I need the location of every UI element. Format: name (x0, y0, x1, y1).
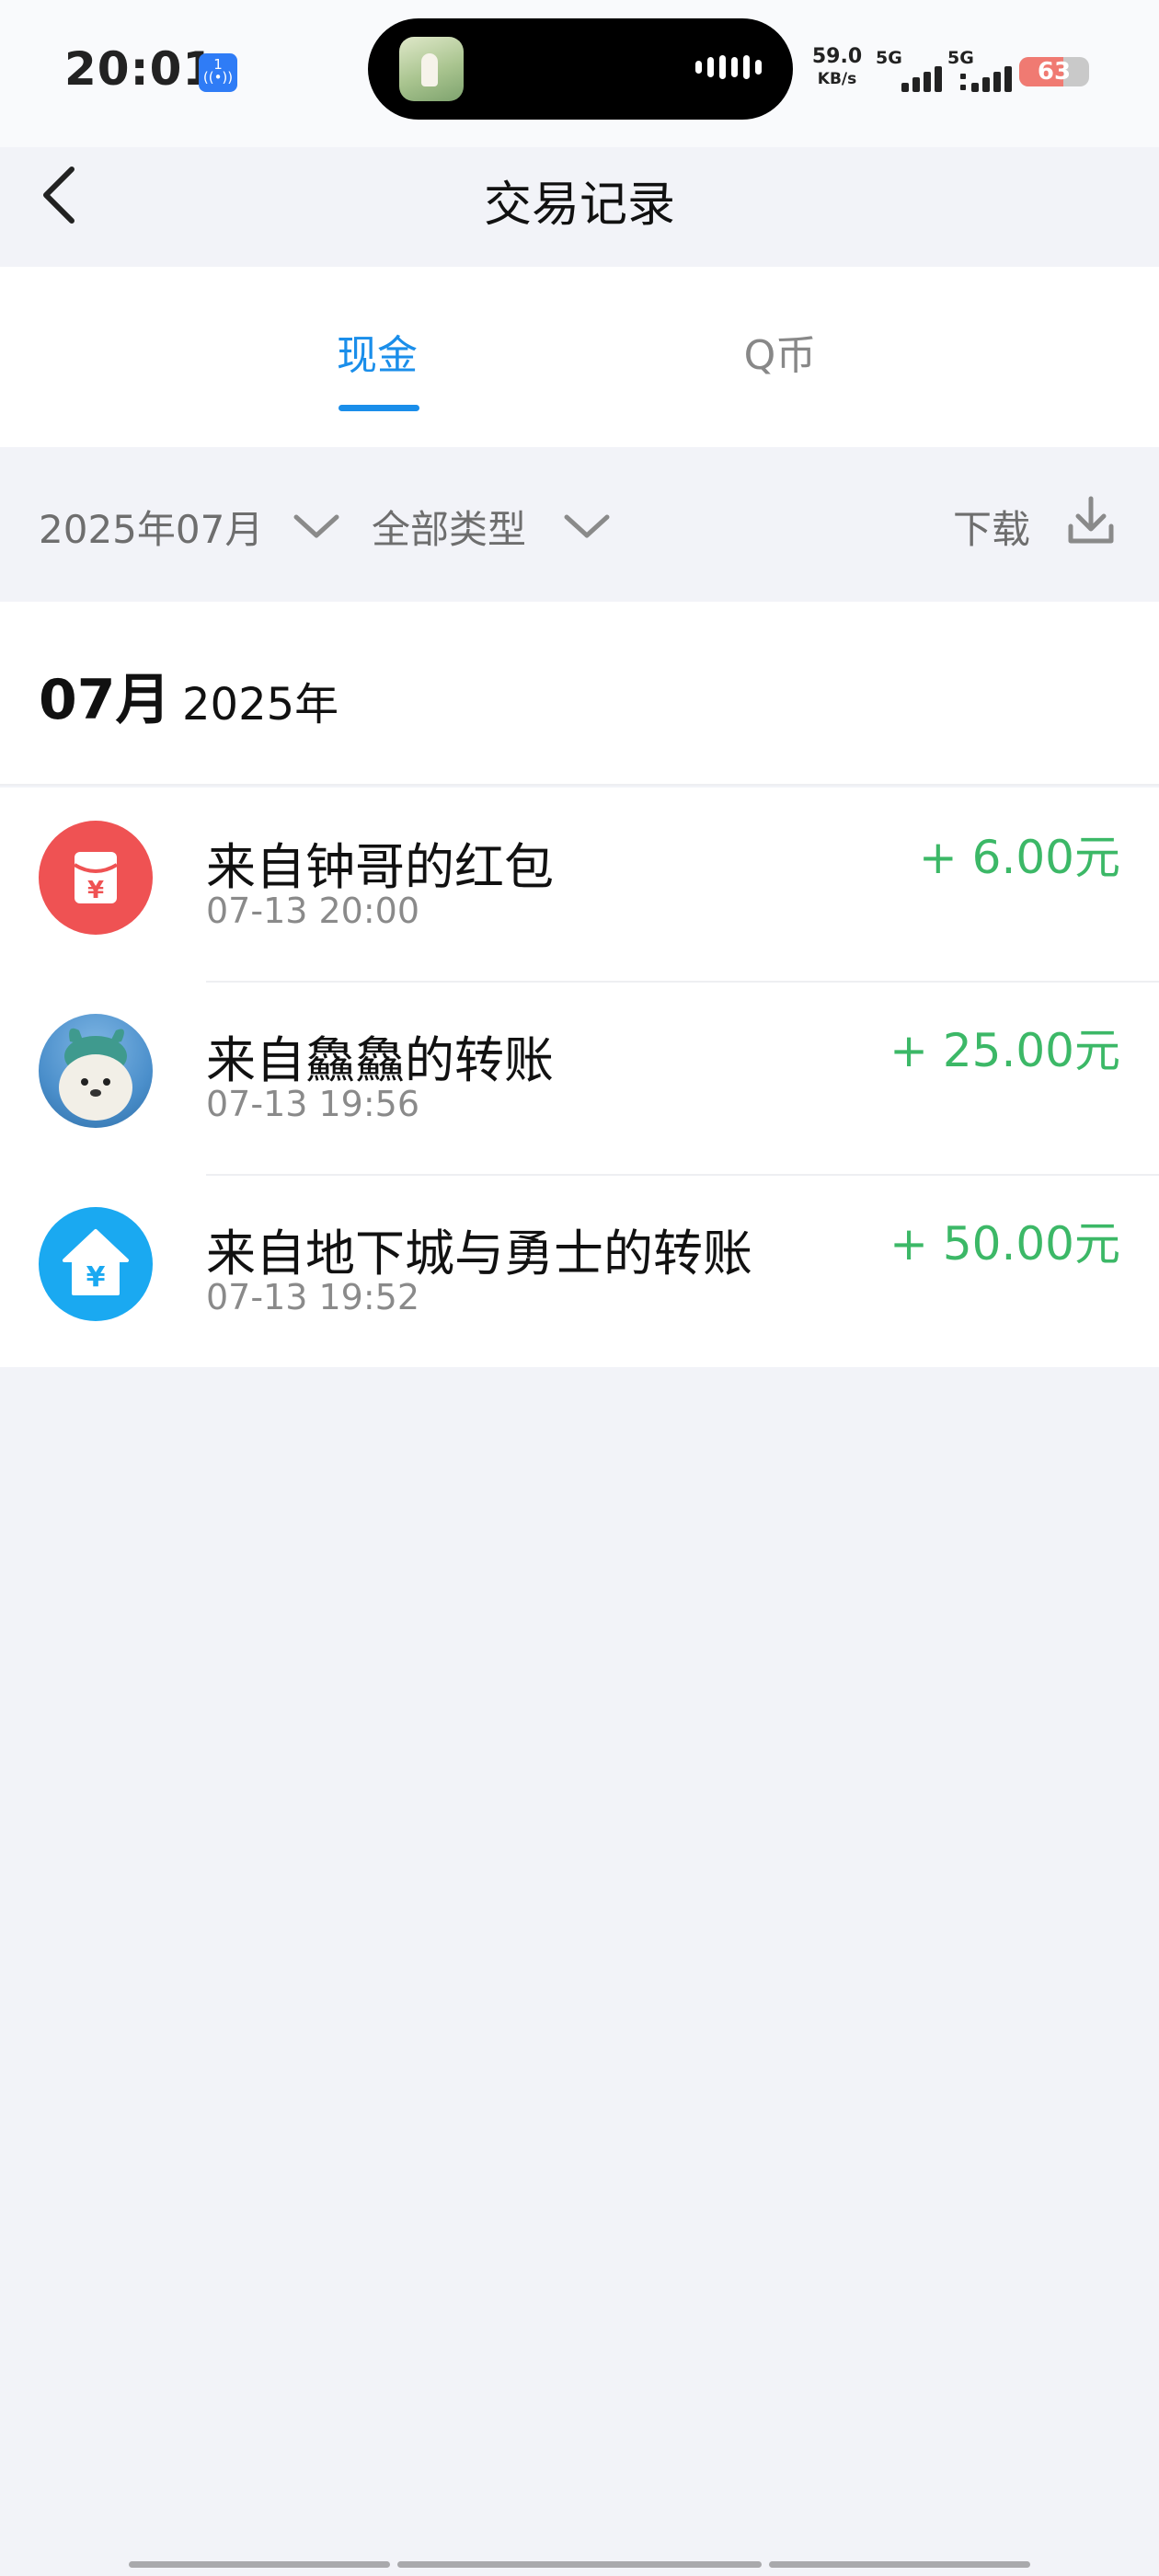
month-filter[interactable]: 2025年07月 (39, 499, 263, 555)
transaction-time: 07-13 19:56 (206, 1084, 420, 1124)
gesture-bar-segment (397, 2561, 762, 2568)
tab-bar: 现金 Q币 (0, 267, 1159, 447)
gesture-bar-segment (769, 2561, 1030, 2568)
transaction-time: 07-13 20:00 (206, 891, 420, 931)
tab-cash[interactable]: 现金 (267, 322, 488, 381)
transaction-list: ¥ 来自钟哥的红包 07-13 20:00 + 6.00元 来自鱻鱻的转账 07… (0, 788, 1159, 1367)
download-icon[interactable] (1067, 495, 1115, 546)
media-thumbnail (399, 37, 464, 101)
section-month: 07月 (39, 668, 171, 732)
active-tab-indicator (339, 405, 419, 411)
network-speed: 59.0 KB/s (808, 46, 866, 90)
page-title: 交易记录 (483, 178, 675, 233)
red-packet-icon: ¥ (39, 821, 153, 935)
nfc-icon: 1 ((•)) (199, 53, 237, 92)
chevron-down-icon[interactable] (563, 512, 611, 539)
transaction-amount: + 50.00元 (889, 1217, 1120, 1271)
battery-icon: 63 (1019, 57, 1089, 86)
svg-text:¥: ¥ (86, 1261, 106, 1294)
yuan-house-icon: ¥ (39, 1207, 153, 1321)
transaction-title: 来自地下城与勇士的转账 (206, 1225, 752, 1282)
gesture-bar-segment (129, 2561, 390, 2568)
section-year: 2025年 (182, 679, 339, 730)
battery-level: 63 (1037, 58, 1072, 86)
user-avatar (39, 1014, 153, 1128)
network-speed-unit: KB/s (817, 70, 857, 88)
transaction-title: 来自钟哥的红包 (206, 838, 554, 896)
download-button[interactable]: 下载 (953, 499, 1030, 555)
tab-qcoin[interactable]: Q币 (670, 322, 890, 381)
month-section-header: 07月 2025年 (0, 602, 1159, 786)
transaction-row[interactable]: ¥ 来自地下城与勇士的转账 07-13 19:52 + 50.00元 (0, 1174, 1159, 1367)
svg-text:¥: ¥ (87, 877, 104, 904)
transaction-time: 07-13 19:52 (206, 1277, 420, 1317)
status-time: 20:01 (64, 42, 216, 96)
type-filter[interactable]: 全部类型 (372, 499, 526, 555)
transaction-amount: + 25.00元 (889, 1024, 1120, 1077)
transaction-amount: + 6.00元 (918, 831, 1120, 884)
transaction-title: 来自鱻鱻的转账 (206, 1031, 554, 1089)
status-bar: 20:01 1 ((•)) 59.0 KB/s 5G 5G 63 (0, 0, 1159, 147)
transaction-row[interactable]: 来自鱻鱻的转账 07-13 19:56 + 25.00元 (0, 981, 1159, 1174)
dynamic-island[interactable] (368, 18, 793, 120)
filter-bar: 2025年07月 全部类型 下载 (0, 447, 1159, 602)
transaction-row[interactable]: ¥ 来自钟哥的红包 07-13 20:00 + 6.00元 (0, 788, 1159, 981)
audio-wave-icon (690, 55, 762, 79)
chevron-down-icon[interactable] (293, 512, 340, 539)
nfc-badge-symbol: ((•)) (202, 69, 234, 86)
network-speed-value: 59.0 (811, 45, 863, 68)
